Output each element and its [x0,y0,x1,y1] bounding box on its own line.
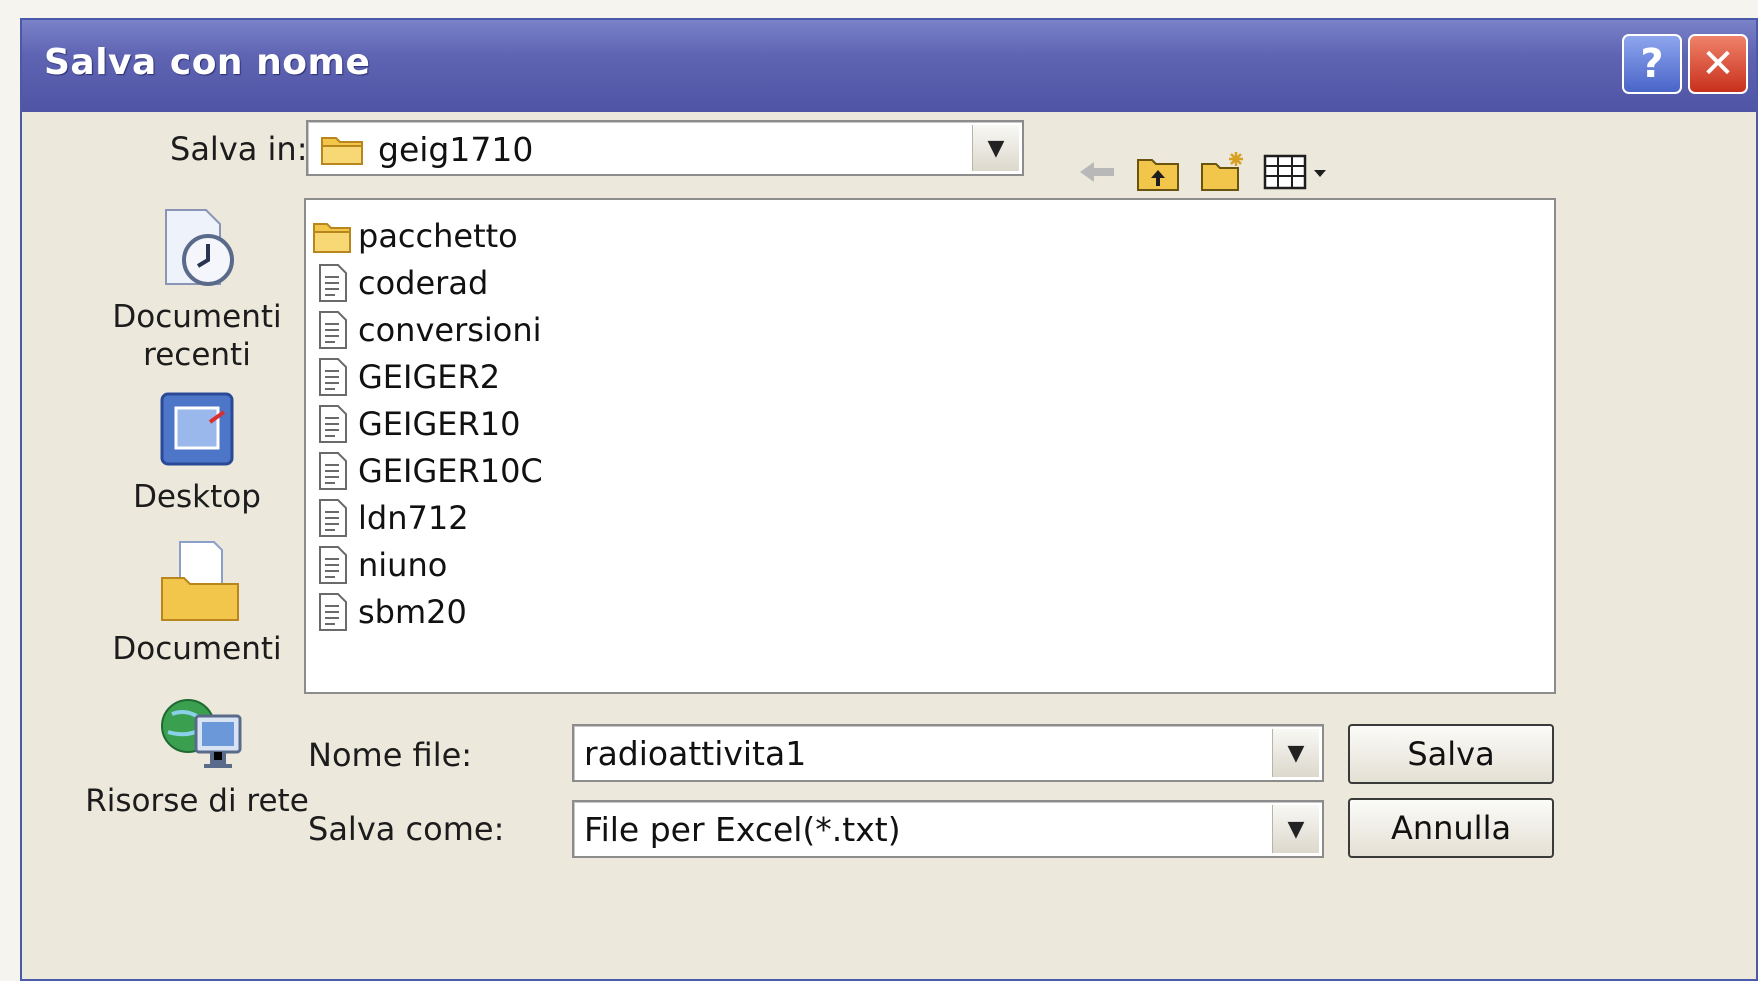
place-label: Desktop [133,479,261,515]
list-item[interactable]: niuno [312,543,447,587]
list-item[interactable]: conversioni [312,308,542,352]
close-button[interactable]: ✕ [1688,34,1748,94]
text-file-icon [319,311,347,349]
save-in-label: Salva in: [170,130,308,168]
filetype-chevron-down-icon[interactable]: ▼ [1272,805,1319,853]
file-name: conversioni [358,311,542,349]
text-file-icon [319,405,347,443]
place-label: Risorse di rete [85,783,309,819]
view-menu-icon[interactable] [1262,148,1332,196]
list-item[interactable]: GEIGER2 [312,355,500,399]
file-name: ldn712 [358,499,469,537]
cancel-button[interactable]: Annulla [1348,798,1554,858]
place-label: Documenti [112,631,282,667]
folder-icon [321,137,363,165]
save-in-dropdown[interactable]: geig1710 ▼ [306,120,1024,176]
list-item[interactable]: pacchetto [312,214,518,258]
file-name: GEIGER10C [358,452,543,490]
text-file-icon [319,452,347,490]
network-icon [161,699,242,768]
place-label: Documenti [112,299,282,335]
window-title: Salva con nome [44,42,371,83]
filename-input[interactable]: radioattivita1 ▼ [572,724,1324,782]
back-arrow-icon[interactable] [1074,148,1122,196]
file-name: niuno [358,546,448,584]
filename-value: radioattivita1 [584,734,807,773]
up-folder-icon[interactable] [1134,148,1182,196]
text-file-icon [319,499,347,537]
text-file-icon [319,593,347,631]
filetype-dropdown[interactable]: File per Excel(*.txt) ▼ [572,800,1324,858]
desktop-icon [160,392,234,466]
list-item[interactable]: ldn712 [312,496,469,540]
file-name: GEIGER10 [358,405,521,443]
list-item[interactable]: GEIGER10C [312,449,543,493]
file-name: coderad [358,264,489,302]
save-in-value: geig1710 [378,130,534,169]
documents-icon [161,541,239,621]
list-item[interactable]: GEIGER10 [312,402,520,446]
folder-icon [313,223,351,253]
text-file-icon [319,358,347,396]
save-as-dialog: Salva con nome ? ✕ Salva in: geig1710 ▼ [20,18,1758,981]
filetype-label: Salva come: [308,810,505,848]
place-label: recenti [143,337,251,373]
file-list[interactable]: pacchetto coderad conversioni GEIGER2 GE… [304,198,1556,694]
new-folder-icon[interactable] [1198,148,1246,196]
text-file-icon [319,546,347,584]
filename-label: Nome file: [308,736,473,774]
save-in-chevron-down-icon[interactable]: ▼ [972,125,1019,171]
filetype-value: File per Excel(*.txt) [584,810,901,849]
save-button[interactable]: Salva [1348,724,1554,784]
file-name: sbm20 [358,593,467,631]
filename-chevron-down-icon[interactable]: ▼ [1272,729,1319,777]
file-name: pacchetto [358,217,518,255]
help-button[interactable]: ? [1622,34,1682,94]
list-item[interactable]: coderad [312,261,488,305]
recent-documents-icon [165,209,234,286]
list-item[interactable]: sbm20 [312,590,467,634]
text-file-icon [319,264,347,302]
title-bar[interactable]: Salva con nome ? ✕ [22,20,1756,112]
file-name: GEIGER2 [358,358,501,396]
